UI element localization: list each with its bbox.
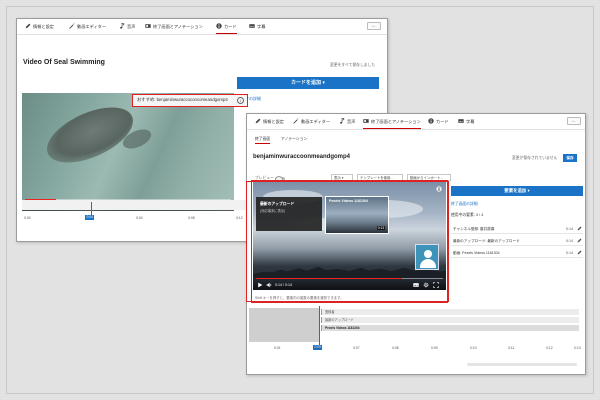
suggestion-box[interactable]: おすすめ: benjaminwuraccoconcomeandgomp4 i (132, 94, 248, 107)
tab-cards[interactable]: カード (216, 23, 237, 34)
info-icon (428, 118, 434, 124)
suggestion-text: おすすめ: benjaminwuraccoconcomeandgomp4 (137, 97, 228, 102)
tab-video-editor[interactable]: 動画エディター (293, 118, 330, 129)
info-circle-icon[interactable]: i (237, 97, 244, 104)
timeline-row[interactable]: Pexels Videos 1181304 (321, 325, 579, 331)
subtab-annotations[interactable]: アノテーション (281, 136, 307, 144)
tick-label: 0:12 (236, 216, 243, 220)
tick-label: 0:09 (431, 346, 438, 350)
end-screen-details-link[interactable]: 終了画面の詳細 (451, 202, 478, 207)
tab-end-screen[interactable]: 終了画面とアノテーション (145, 23, 203, 34)
tab-info-settings[interactable]: 情報と設定 (25, 23, 54, 34)
end-screen-icon (145, 24, 151, 28)
tab-audio[interactable]: 音声 (119, 23, 135, 34)
add-element-button[interactable]: 要素を追加 ▾ (451, 186, 583, 196)
tick-label: 0:08 (188, 216, 195, 220)
add-card-button[interactable]: カードを追加 ▾ (237, 77, 379, 89)
save-status: 変更をすべて保存しました (330, 63, 376, 67)
video-title: Video Of Seal Swimming (23, 59, 105, 66)
tab-video-editor[interactable]: 動画エディター (69, 23, 106, 34)
subtitles-icon (249, 24, 255, 28)
seal-image (39, 96, 141, 174)
tick-label: 0:01 (274, 346, 281, 350)
tick-label: 0:12 (546, 346, 553, 350)
tab-subtitles[interactable]: 字幕 (249, 23, 265, 34)
editor-tabs: 情報と設定 動画エディター 音声 終了画面とアノテーション カード 字幕 ← (17, 19, 387, 35)
back-button[interactable]: ← (567, 117, 581, 125)
element-row[interactable]: 動画: Pexels Videos 1181304 0:14 (451, 248, 583, 258)
pencil-icon (255, 118, 261, 124)
tab-subtitles[interactable]: 字幕 (458, 118, 474, 129)
timeline-scrollbar[interactable] (467, 363, 577, 366)
subtitles-icon (458, 119, 464, 123)
music-note-icon (120, 23, 125, 29)
save-status: 変更が保存されていません (512, 156, 558, 160)
tick-label: 0:06 (314, 346, 321, 350)
magic-wand-icon (69, 23, 75, 29)
timeline-thumbnail (249, 308, 319, 342)
pencil-icon[interactable] (577, 250, 582, 255)
elements-used-count: 使用中の要素: 3 / 4 (451, 213, 484, 217)
tab-audio[interactable]: 音声 (339, 118, 355, 129)
element-row[interactable]: チャンネル登録: 藤井慶喜 0:14 (451, 224, 583, 234)
highlight-video-area (246, 181, 449, 302)
tick-label: 0:08 (392, 346, 399, 350)
playhead-line[interactable] (319, 306, 320, 346)
timeline-row[interactable]: 登録者 (321, 309, 579, 315)
tab-cards[interactable]: カード (428, 118, 449, 129)
editor-tabs: 情報と設定 動画エディター 音声 終了画面とアノテーション カード 字幕 ← (247, 114, 585, 130)
element-row[interactable]: 最新のアップロード: 最新のアップロード 0:14 (451, 236, 583, 246)
tick-label: 0:00 (24, 216, 31, 220)
subtab-end-screen[interactable]: 終了画面 (255, 136, 271, 144)
tab-end-screen[interactable]: 終了画面とアノテーション (363, 118, 421, 129)
info-icon (216, 23, 222, 29)
video-title: benjaminwuraccoonmeandgomp4 (253, 154, 351, 160)
save-button[interactable]: 保存 (563, 154, 577, 162)
pencil-icon[interactable] (577, 226, 582, 231)
pencil-icon (25, 23, 31, 29)
back-button[interactable]: ← (367, 22, 381, 30)
tick-label: 0:11 (508, 346, 515, 350)
music-note-icon (340, 118, 345, 124)
tick-label: 0:07 (353, 346, 360, 350)
video-player[interactable]: 0:03 / 0:20 (22, 93, 234, 211)
timeline-row[interactable]: 最新のアップロード (321, 317, 579, 323)
timeline-ticks: 0:01 0:06 0:07 0:08 0:09 0:10 0:11 0:12 … (252, 346, 581, 352)
pencil-icon[interactable] (577, 238, 582, 243)
playhead-line[interactable] (91, 202, 92, 216)
end-screen-icon (363, 119, 369, 123)
magic-wand-icon (293, 118, 299, 124)
tick-label: 0:10 (470, 346, 477, 350)
tick-label: 0:04 (136, 216, 143, 220)
tab-info-settings[interactable]: 情報と設定 (255, 118, 284, 129)
tick-label: 0:13 (574, 346, 581, 350)
